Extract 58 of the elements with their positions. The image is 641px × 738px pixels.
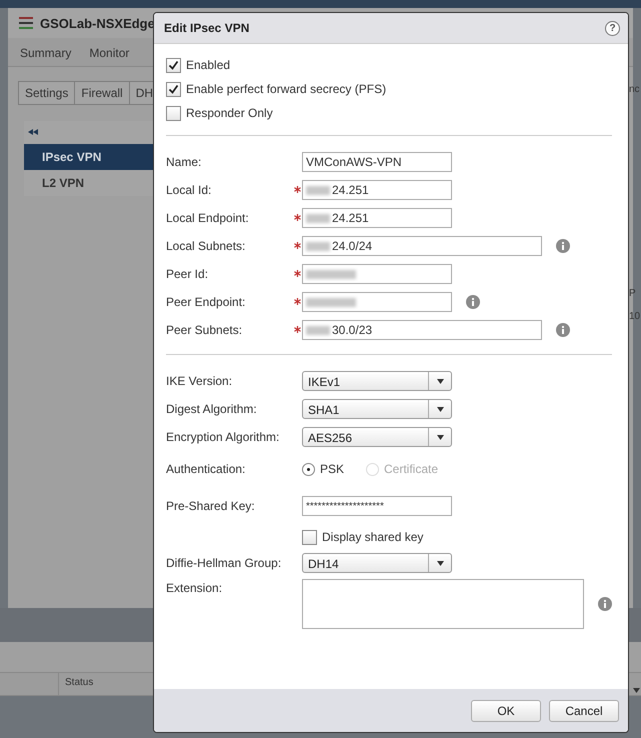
info-icon[interactable] xyxy=(556,239,570,253)
info-icon[interactable] xyxy=(556,323,570,337)
checkbox-label: Enable perfect forward secrecy (PFS) xyxy=(186,82,386,96)
sort-icon[interactable] xyxy=(633,688,640,693)
info-icon[interactable] xyxy=(598,597,612,611)
caret-icon[interactable] xyxy=(436,434,444,440)
object-title: GSOLab-NSXEdge xyxy=(40,16,155,30)
input-field[interactable]: 30.0/23 xyxy=(302,320,542,340)
dialog-button[interactable]: Cancel xyxy=(549,700,619,722)
radio-option[interactable]: PSK xyxy=(302,462,344,476)
help-button[interactable]: ? xyxy=(605,20,620,36)
tab[interactable]: Summary xyxy=(12,40,80,66)
field-label: Peer Subnets: xyxy=(166,323,244,337)
caret-icon[interactable] xyxy=(436,378,444,384)
collapse-icon[interactable] xyxy=(28,129,38,135)
checkbox-label: Enabled xyxy=(186,58,230,72)
field-label: Extension: xyxy=(166,581,224,595)
field-label: Local Id: xyxy=(166,183,212,197)
sub-tab[interactable]: Settings xyxy=(18,81,76,105)
dropdown[interactable]: SHA1 xyxy=(302,399,452,419)
checkbox[interactable] xyxy=(166,82,181,96)
table-cell: 10 xyxy=(629,311,640,322)
field-label: Peer Id: xyxy=(166,267,210,281)
field-label: Local Subnets: xyxy=(166,239,246,253)
input-field[interactable]: 24.0/24 xyxy=(302,236,542,256)
caret-icon[interactable] xyxy=(436,560,444,566)
sub-tab[interactable]: Firewall xyxy=(74,81,130,105)
checkbox[interactable] xyxy=(166,106,181,120)
checkbox[interactable] xyxy=(302,530,317,544)
field-label: Peer Endpoint: xyxy=(166,295,246,309)
checkbox-label: Responder Only xyxy=(186,106,273,120)
input-field[interactable] xyxy=(302,264,452,284)
checkbox-label: Display shared key xyxy=(322,530,424,544)
edge-icon xyxy=(18,15,34,31)
field-label: Encryption Algorithm: xyxy=(166,430,280,444)
input-field[interactable]: 24.251 xyxy=(302,180,452,200)
tab[interactable]: Monitor xyxy=(81,40,138,66)
info-icon[interactable] xyxy=(466,295,480,309)
input-field[interactable]: 24.251 xyxy=(302,208,452,228)
password-field[interactable]: ******************** xyxy=(302,496,452,516)
dropdown[interactable]: IKEv1 xyxy=(302,371,452,391)
field-label: Pre-Shared Key: xyxy=(166,499,256,513)
column-header: Status xyxy=(64,676,94,690)
extension-field[interactable] xyxy=(302,579,584,629)
field-label: Authentication: xyxy=(166,462,246,476)
dialog-title: Edit IPsec VPN xyxy=(164,21,250,35)
field-label: Digest Algorithm: xyxy=(166,402,258,416)
field-label: Local Endpoint: xyxy=(166,211,250,225)
input-field[interactable]: VMConAWS-VPN xyxy=(302,152,452,172)
dialog-button[interactable]: OK xyxy=(471,700,541,722)
field-label: IKE Version: xyxy=(166,374,234,388)
caret-icon[interactable] xyxy=(436,406,444,412)
dropdown[interactable]: DH14 xyxy=(302,553,452,573)
dropdown[interactable]: AES256 xyxy=(302,427,452,447)
field-label: Diffie-Hellman Group: xyxy=(166,556,282,570)
column-header: P xyxy=(629,288,636,299)
input-field[interactable] xyxy=(302,292,452,312)
checkbox[interactable] xyxy=(166,58,181,72)
